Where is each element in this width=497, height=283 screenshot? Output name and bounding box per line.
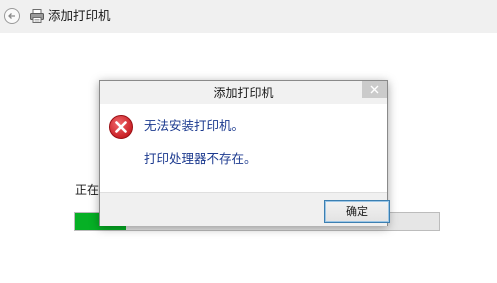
close-icon [370,85,379,94]
window-title: 添加打印机 [48,8,111,23]
printer-icon [30,9,44,23]
error-icon [109,115,133,139]
error-message-title: 无法安装打印机。 [144,118,245,133]
error-dialog: 添加打印机 无法安装打印机。 打印处理器不存在。 确定 [99,80,390,226]
back-button[interactable] [4,8,20,24]
window-titlebar: 添加打印机 [0,0,497,33]
dialog-titlebar: 添加打印机 [100,81,387,104]
dialog-title: 添加打印机 [213,86,274,100]
dialog-close-button[interactable] [362,81,387,98]
dialog-footer: 确定 [100,192,390,226]
error-message-detail: 打印处理器不存在。 [144,151,257,166]
dialog-body: 无法安装打印机。 打印处理器不存在。 [100,104,387,192]
ok-button[interactable]: 确定 [324,200,390,223]
back-arrow-icon [8,13,15,19]
